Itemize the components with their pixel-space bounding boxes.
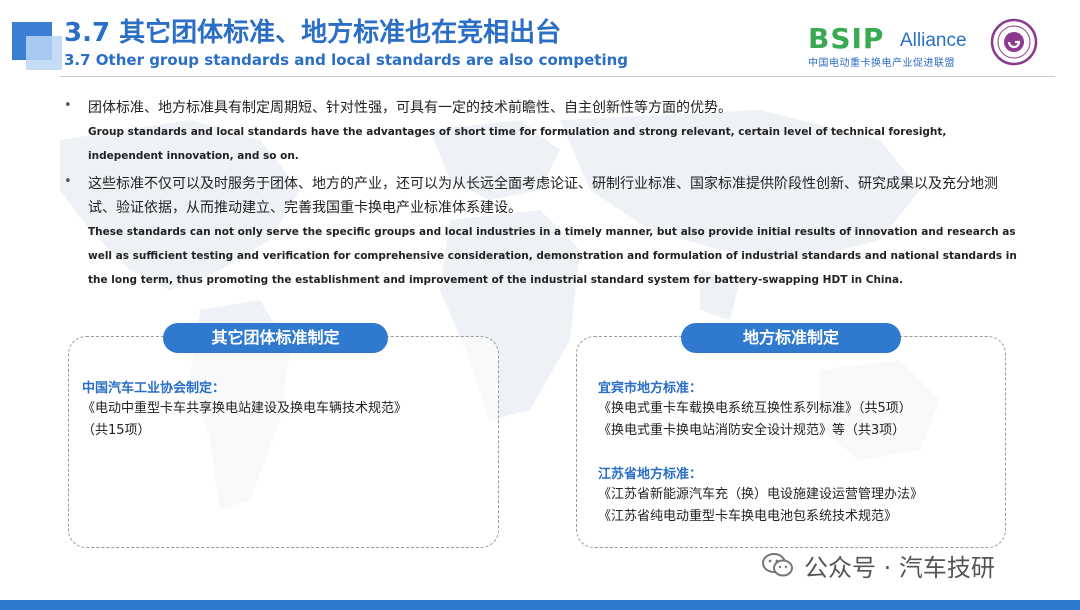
local-standards-heading: 地方标准制定 (681, 323, 901, 353)
standard-item: 《换电式重卡车载换电系统互换性系列标准》（共5项） (598, 401, 912, 416)
standard-item: 《电动中重型卡车共享换电站建设及换电车辆技术规范》 (82, 401, 408, 416)
standard-item: 《江苏省纯电动重型卡车换电电池包系统技术规范》 (598, 509, 898, 524)
org-title: 宜宾市地方标准： (598, 381, 703, 396)
wechat-watermark: 公众号 · 汽车技研 (762, 548, 995, 582)
bullet-text-en: Group standards and local standards have… (88, 126, 947, 162)
bullet-item: • 这些标准不仅可以及时服务于团体、地方的产业，还可以为从长远全面考虑论证、研制… (62, 172, 1022, 292)
corner-square-light (26, 36, 62, 70)
bsip-alliance-logo: BSIP Alliance 中国电动重卡换电产业促进联盟 (808, 22, 978, 69)
title-divider (60, 76, 1055, 77)
bullet-marker: • (64, 98, 72, 113)
group-standards-panel (68, 336, 499, 548)
logo-brand: BSIP (808, 22, 885, 55)
local-standards-content: 宜宾市地方标准： 《换电式重卡车载换电系统互换性系列标准》（共5项） 《换电式重… (598, 380, 998, 528)
standard-item: （共15项） (82, 423, 151, 438)
standard-item: 《换电式重卡换电站消防安全设计规范》等（共3项） (598, 423, 906, 438)
group-standards-content: 中国汽车工业协会制定： 《电动中重型卡车共享换电站建设及换电车辆技术规范》 （共… (82, 380, 487, 442)
page-title: 3.7 其它团体标准、地方标准也在竞相出台 (64, 18, 562, 48)
bullet-item: • 团体标准、地方标准具有制定周期短、针对性强，可具有一定的技术前瞻性、自主创新… (62, 96, 1022, 168)
association-seal-icon (990, 18, 1038, 66)
logo-suffix: Alliance (900, 30, 967, 51)
logo-subtitle: 中国电动重卡换电产业促进联盟 (808, 58, 955, 69)
wechat-icon (762, 553, 793, 577)
bullet-marker: • (64, 174, 72, 189)
footer-bar (0, 600, 1080, 610)
org-title: 江苏省地方标准： (598, 467, 703, 482)
bullet-text-cn: 这些标准不仅可以及时服务于团体、地方的产业，还可以为从长远全面考虑论证、研制行业… (88, 176, 998, 216)
bullet-list: • 团体标准、地方标准具有制定周期短、针对性强，可具有一定的技术前瞻性、自主创新… (62, 96, 1022, 292)
org-title: 中国汽车工业协会制定： (82, 381, 226, 396)
bullet-text-cn: 团体标准、地方标准具有制定周期短、针对性强，可具有一定的技术前瞻性、自主创新性等… (88, 100, 732, 116)
bullet-text-en: These standards can not only serve the s… (88, 226, 1017, 286)
page-subtitle: 3.7 Other group standards and local stan… (64, 51, 629, 69)
standard-item: 《江苏省新能源汽车充（换）电设施建设运营管理办法》 (598, 487, 924, 502)
watermark-text: 公众号 · 汽车技研 (804, 553, 995, 582)
group-standards-heading: 其它团体标准制定 (163, 323, 388, 353)
